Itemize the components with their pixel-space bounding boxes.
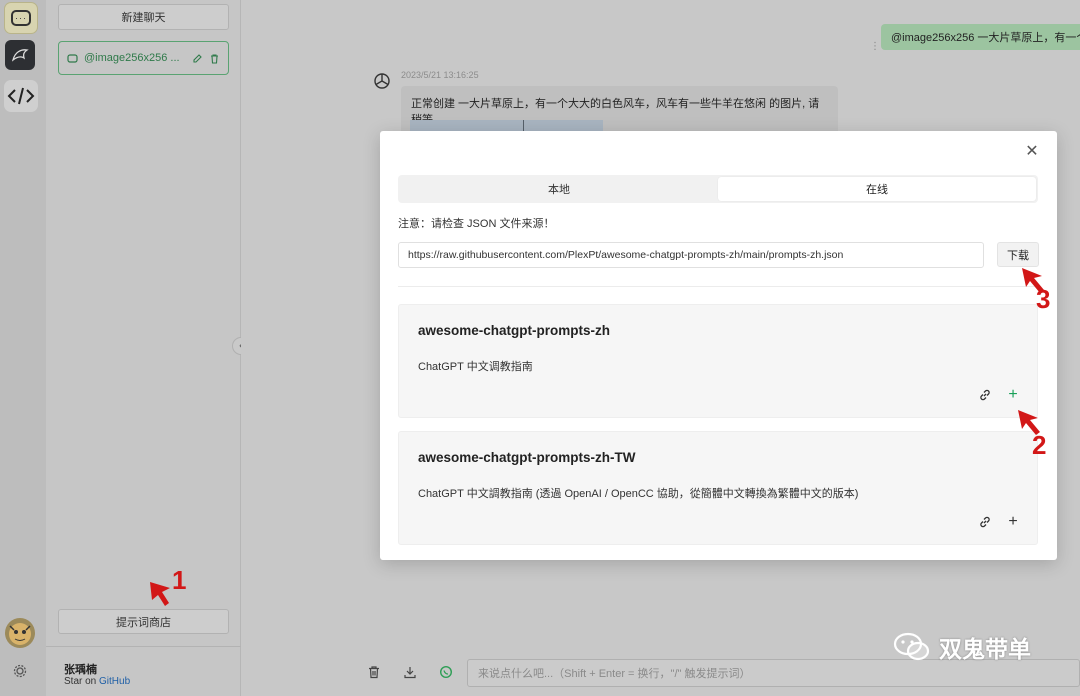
annotation-number-1: 1 <box>172 565 187 595</box>
watermark-text: 双鬼带单 <box>939 636 1031 662</box>
wechat-icon <box>893 632 930 661</box>
arrow-1 <box>150 582 170 606</box>
wechat-watermark: 双鬼带单 <box>893 630 1031 664</box>
annotation-number-3: 3 <box>1036 284 1051 314</box>
annotation-arrows <box>150 268 1044 606</box>
annotation-number-2: 2 <box>1032 430 1047 460</box>
